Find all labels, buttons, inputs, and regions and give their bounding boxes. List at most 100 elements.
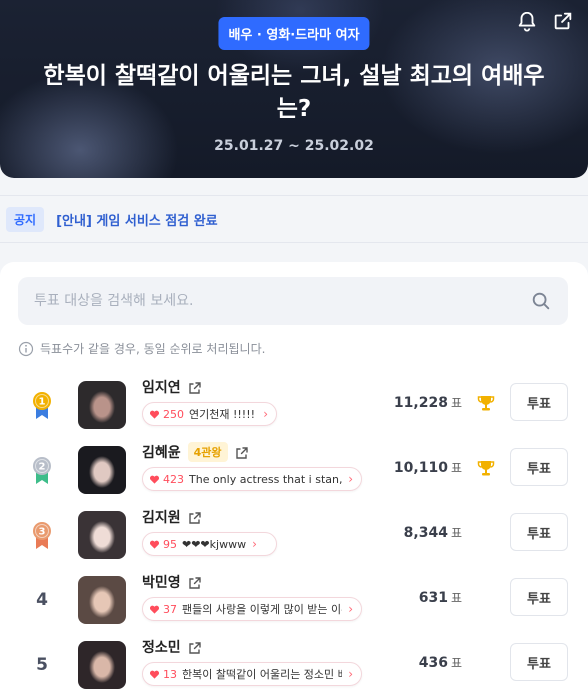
comment-text: ❤❤❤kjwww xyxy=(182,537,247,551)
bell-icon[interactable] xyxy=(516,10,538,32)
comment-count: 250 xyxy=(163,407,184,421)
heart-icon xyxy=(149,669,160,680)
chevron-right-icon: › xyxy=(252,537,257,551)
avatar[interactable] xyxy=(78,381,126,429)
vote-number: 631 xyxy=(418,590,448,606)
comment-count: 423 xyxy=(163,472,184,486)
rank-indicator: 4 xyxy=(22,584,62,616)
comment-text: 한복이 찰떡같이 어울리는 정소민 배 xyxy=(182,668,343,681)
ranking-row: 5 정소민 13 한복이 찰떡같이 어울리는 정소민 배 › 436 표 투표 xyxy=(0,635,588,695)
vote-unit: 표 xyxy=(450,396,462,410)
rank-number: 4 xyxy=(36,590,48,610)
medal-icon: 2 xyxy=(33,457,51,484)
candidate-name[interactable]: 정소민 xyxy=(142,637,181,657)
candidate-name[interactable]: 김지원 xyxy=(142,507,181,527)
candidate-name[interactable]: 임지연 xyxy=(142,377,181,397)
rank-indicator: 5 xyxy=(22,649,62,681)
notice-text[interactable]: [안내] 게임 서비스 점검 완료 xyxy=(56,210,218,229)
name-line: 김혜윤 4관왕 xyxy=(142,442,249,462)
external-link-icon[interactable] xyxy=(235,445,249,459)
vote-count: 8,344 표 xyxy=(404,524,462,541)
heart-icon xyxy=(149,539,160,550)
medal-icon: 1 xyxy=(33,392,51,419)
medal-rank-number: 3 xyxy=(39,527,46,538)
info-icon xyxy=(18,341,34,357)
vote-count: 10,110 표 xyxy=(394,459,462,476)
vote-button[interactable]: 투표 xyxy=(510,383,568,421)
vote-unit: 표 xyxy=(450,461,462,475)
share-icon[interactable] xyxy=(552,10,574,32)
vote-number: 11,228 xyxy=(393,395,448,411)
chevron-right-icon: › xyxy=(348,602,353,616)
candidate-name[interactable]: 박민영 xyxy=(142,572,181,592)
comment-text: The only actress that i stan, tru xyxy=(189,472,343,486)
comment-preview[interactable]: 250 연기천재 !!!!! ⭐ › xyxy=(142,402,277,426)
vote-unit: 표 xyxy=(450,526,462,540)
vote-count: 11,228 표 xyxy=(394,394,462,411)
comment-count: 37 xyxy=(163,602,177,616)
external-link-icon[interactable] xyxy=(188,575,202,589)
tie-rule-info: 득표수가 같을 경우, 동일 순위로 처리됩니다. xyxy=(18,340,265,357)
name-line: 김지원 xyxy=(142,507,202,527)
medal-icon: 3 xyxy=(33,522,51,549)
search-icon[interactable] xyxy=(530,290,552,312)
rank-indicator: 3 xyxy=(22,519,62,551)
vote-number: 10,110 xyxy=(393,460,448,476)
vote-button[interactable]: 투표 xyxy=(510,448,568,486)
vote-unit: 표 xyxy=(450,591,462,605)
comment-count: 13 xyxy=(163,667,177,681)
comment-text: 연기천재 !!!!! ⭐ xyxy=(189,408,257,421)
category-badge: 배우 · 영화·드라마 여자 xyxy=(218,17,370,50)
comment-preview[interactable]: 13 한복이 찰떡같이 어울리는 정소민 배 › xyxy=(142,662,362,686)
medal-rank-number: 2 xyxy=(39,462,46,473)
search-box xyxy=(18,277,568,325)
trophy-icon xyxy=(476,393,496,413)
comment-text: 팬들의 사랑을 이렇게 많이 받는 이유 xyxy=(182,603,343,616)
vote-number: 8,344 xyxy=(403,525,448,541)
vote-count: 631 표 xyxy=(419,589,462,606)
hero-banner: 배우 · 영화·드라마 여자 한복이 찰떡같이 어울리는 그녀, 설날 최고의 … xyxy=(0,0,588,178)
external-link-icon[interactable] xyxy=(188,380,202,394)
name-line: 임지연 xyxy=(142,377,202,397)
rank-indicator: 2 xyxy=(22,454,62,486)
chevron-right-icon: › xyxy=(348,472,353,486)
vote-button[interactable]: 투표 xyxy=(510,643,568,681)
comment-preview[interactable]: 37 팬들의 사랑을 이렇게 많이 받는 이유 › xyxy=(142,597,362,621)
ranking-panel: 득표수가 같을 경우, 동일 순위로 처리됩니다. 1 임지연 250 연기천재 !!… xyxy=(0,262,588,698)
rank-indicator: 1 xyxy=(22,389,62,421)
external-link-icon[interactable] xyxy=(188,640,202,654)
rank-number: 5 xyxy=(36,655,48,675)
heart-icon xyxy=(149,474,160,485)
name-line: 정소민 xyxy=(142,637,202,657)
avatar[interactable] xyxy=(78,576,126,624)
vote-button[interactable]: 투표 xyxy=(510,513,568,551)
hero-actions xyxy=(516,10,574,32)
candidate-name[interactable]: 김혜윤 xyxy=(142,442,181,462)
avatar[interactable] xyxy=(78,446,126,494)
search-input[interactable] xyxy=(18,277,518,325)
ranking-row: 1 임지연 250 연기천재 !!!!! ⭐ › 11,228표 투표 xyxy=(0,375,588,435)
vote-count: 436 표 xyxy=(419,654,462,671)
vote-number: 436 xyxy=(418,655,448,671)
comment-preview[interactable]: 423 The only actress that i stan, tru › xyxy=(142,467,362,491)
notice-bar[interactable]: 공지 [안내] 게임 서비스 점검 완료 xyxy=(0,195,588,243)
external-link-icon[interactable] xyxy=(188,510,202,524)
chevron-right-icon: › xyxy=(263,407,268,421)
heart-icon xyxy=(149,604,160,615)
vote-unit: 표 xyxy=(450,656,462,670)
ranking-row: 3 김지원 95 ❤❤❤kjwww › 8,344 표 투표 xyxy=(0,505,588,565)
ranking-row: 2 김혜윤 4관왕 423 The only actress that i stan, … xyxy=(0,440,588,500)
name-line: 박민영 xyxy=(142,572,202,592)
avatar[interactable] xyxy=(78,511,126,559)
award-badge: 4관왕 xyxy=(187,442,228,462)
comment-count: 95 xyxy=(163,537,177,551)
vote-period: 25.01.27 ~ 25.02.02 xyxy=(214,138,374,154)
vote-button[interactable]: 투표 xyxy=(510,578,568,616)
page-title: 한복이 찰떡같이 어울리는 그녀, 설날 최고의 여배우는? xyxy=(43,63,545,122)
trophy-icon xyxy=(476,458,496,478)
comment-preview[interactable]: 95 ❤❤❤kjwww › xyxy=(142,532,277,556)
avatar[interactable] xyxy=(78,641,126,689)
tie-rule-text: 득표수가 같을 경우, 동일 순위로 처리됩니다. xyxy=(40,342,266,356)
medal-rank-number: 1 xyxy=(39,397,46,408)
ranking-row: 4 박민영 37 팬들의 사랑을 이렇게 많이 받는 이유 › 631 표 투표 xyxy=(0,570,588,630)
